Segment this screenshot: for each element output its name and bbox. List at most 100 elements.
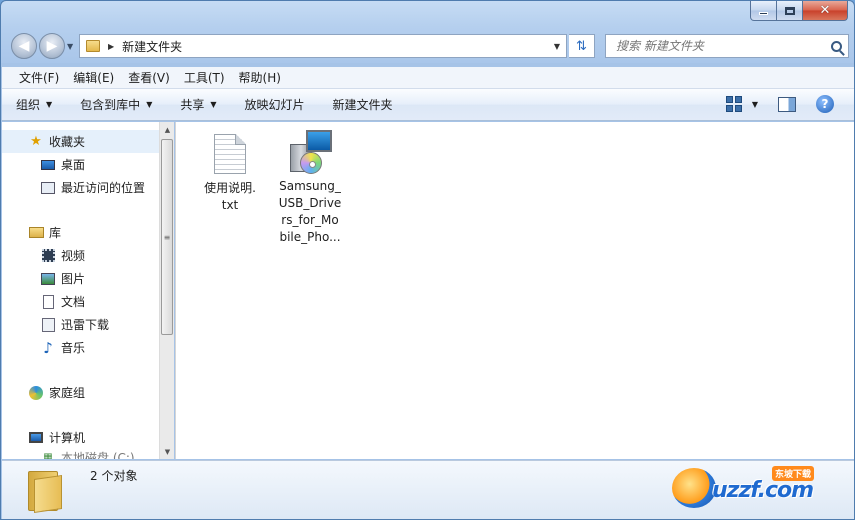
- navigation-pane: ★ 收藏夹 桌面 最近访问的位置 库 视频 图片 文档 迅雷下载 ♪ 音乐 家庭…: [2, 122, 174, 459]
- nav-favorites[interactable]: ★ 收藏夹: [2, 130, 159, 153]
- recent-pages-dropdown[interactable]: ▼: [67, 42, 73, 51]
- nav-music-label: 音乐: [61, 341, 86, 355]
- close-button[interactable]: ✕: [803, 1, 848, 21]
- download-folder-icon: [40, 317, 56, 333]
- nav-thunder-downloads[interactable]: 迅雷下载: [2, 313, 159, 336]
- command-bar: 组织 ▼ 包含到库中 ▼ 共享 ▼ 放映幻灯片 新建文件夹 ▼ ?: [2, 89, 854, 121]
- address-dropdown-icon[interactable]: ▼: [554, 42, 560, 51]
- refresh-button[interactable]: ⇅: [569, 34, 595, 58]
- explorer-window: ✕ ◀ ▶ ▼ ▶ 新建文件夹 ▼ ⇅ 文件(F) 编辑(E) 查看(V) 工具…: [0, 0, 855, 520]
- organize-button[interactable]: 组织 ▼: [16, 96, 52, 113]
- share-label: 共享: [180, 98, 205, 112]
- picture-icon: [40, 271, 56, 287]
- menu-file[interactable]: 文件(F): [12, 69, 66, 86]
- include-in-library-button[interactable]: 包含到库中 ▼: [80, 96, 152, 113]
- windows-drive-icon: ▦: [43, 451, 53, 460]
- desktop-icon: [40, 157, 56, 173]
- watermark-text: uzzf.com: [712, 478, 814, 503]
- file-name-cont: rs_for_Mo: [281, 213, 339, 227]
- nav-scrollbar[interactable]: ▲ ≡ ▼: [159, 122, 174, 459]
- scroll-down-arrow-icon[interactable]: ▼: [160, 444, 174, 459]
- nav-libraries[interactable]: 库: [2, 221, 159, 244]
- new-folder-button[interactable]: 新建文件夹: [333, 96, 393, 113]
- nav-libraries-label: 库: [49, 226, 62, 240]
- breadcrumb-arrow-icon[interactable]: ▶: [108, 42, 114, 51]
- library-icon: [28, 225, 44, 241]
- file-name-cont: USB_Drive: [278, 196, 342, 210]
- file-name: Samsung_: [279, 179, 341, 193]
- search-input[interactable]: [616, 39, 816, 53]
- folder-icon: [86, 40, 100, 52]
- minimize-button[interactable]: [750, 1, 777, 21]
- include-in-library-label: 包含到库中: [80, 98, 141, 112]
- nav-desktop[interactable]: 桌面: [2, 153, 159, 176]
- new-folder-label: 新建文件夹: [332, 98, 393, 112]
- search-box: [605, 34, 849, 58]
- nav-recent-label: 最近访问的位置: [61, 181, 146, 195]
- nav-homegroup[interactable]: 家庭组: [2, 381, 159, 404]
- nav-documents-label: 文档: [61, 295, 86, 309]
- navigation-tree: ★ 收藏夹 桌面 最近访问的位置 库 视频 图片 文档 迅雷下载 ♪ 音乐 家庭…: [2, 122, 159, 459]
- share-button[interactable]: 共享 ▼: [180, 96, 216, 113]
- nav-recent-places[interactable]: 最近访问的位置: [2, 176, 159, 199]
- chevron-down-icon: ▼: [210, 100, 217, 109]
- menu-edit[interactable]: 编辑(E): [66, 69, 121, 86]
- address-row: ◀ ▶ ▼ ▶ 新建文件夹 ▼ ⇅: [9, 31, 849, 61]
- nav-computer-label: 计算机: [49, 431, 86, 445]
- help-icon[interactable]: ?: [816, 95, 834, 113]
- homegroup-icon: [28, 385, 44, 401]
- file-item[interactable]: Samsung_ USB_Drive rs_for_Mo bile_Pho...: [270, 128, 350, 246]
- toolbar-right: ▼ ?: [725, 95, 834, 113]
- change-view-icon[interactable]: [725, 96, 742, 112]
- caption-buttons: ✕: [750, 1, 848, 21]
- text-file-icon: [214, 134, 246, 174]
- menu-tools[interactable]: 工具(T): [177, 69, 232, 86]
- installer-icon: [286, 128, 334, 176]
- menu-help[interactable]: 帮助(H): [232, 69, 288, 86]
- nav-local-disk-label: 本地磁盘 (C:): [61, 451, 135, 459]
- address-bar[interactable]: ▶ 新建文件夹 ▼: [79, 34, 567, 58]
- video-icon: [40, 248, 56, 264]
- nav-documents[interactable]: 文档: [2, 290, 159, 313]
- file-name-cont: bile_Pho...: [279, 230, 341, 244]
- recent-places-icon: [40, 180, 56, 196]
- nav-favorites-label: 收藏夹: [49, 135, 86, 149]
- document-icon: [40, 294, 56, 310]
- music-icon: ♪: [43, 338, 53, 357]
- nav-music[interactable]: ♪ 音乐: [2, 336, 159, 359]
- file-name-cont: txt: [221, 198, 239, 212]
- nav-pictures[interactable]: 图片: [2, 267, 159, 290]
- scroll-up-arrow-icon[interactable]: ▲: [160, 122, 174, 137]
- view-options-dropdown[interactable]: ▼: [752, 100, 758, 109]
- item-count: 2 个对象: [90, 469, 138, 483]
- close-icon: ✕: [819, 3, 831, 18]
- refresh-icon: ⇅: [576, 38, 587, 54]
- maximize-button[interactable]: [777, 1, 803, 21]
- arrow-left-icon: ◀: [18, 38, 30, 54]
- nav-desktop-label: 桌面: [61, 158, 86, 172]
- nav-computer[interactable]: 计算机: [2, 426, 159, 449]
- nav-local-disk[interactable]: ▦ 本地磁盘 (C:): [2, 449, 159, 459]
- file-item[interactable]: 使用说明. txt: [190, 134, 270, 214]
- search-icon[interactable]: [831, 40, 842, 52]
- file-list: 使用说明. txt Samsung_ USB_Drive rs_for_Mo b…: [175, 122, 854, 459]
- menu-view[interactable]: 查看(V): [121, 69, 177, 86]
- breadcrumb-current[interactable]: 新建文件夹: [122, 38, 182, 55]
- nav-videos[interactable]: 视频: [2, 244, 159, 267]
- star-icon: ★: [30, 134, 42, 149]
- nav-thunder-label: 迅雷下载: [61, 318, 110, 332]
- slideshow-label: 放映幻灯片: [244, 98, 305, 112]
- back-button[interactable]: ◀: [11, 33, 37, 59]
- chevron-down-icon: ▼: [146, 100, 153, 109]
- organize-label: 组织: [16, 98, 41, 112]
- preview-pane-icon[interactable]: [778, 96, 796, 112]
- nav-pictures-label: 图片: [61, 272, 86, 286]
- chevron-down-icon: ▼: [46, 100, 53, 109]
- slideshow-button[interactable]: 放映幻灯片: [245, 96, 305, 113]
- watermark-tag: 东坡下载: [772, 466, 815, 481]
- forward-button[interactable]: ▶: [39, 33, 65, 59]
- menu-bar: 文件(F) 编辑(E) 查看(V) 工具(T) 帮助(H): [2, 67, 854, 89]
- maximize-icon: [784, 6, 795, 15]
- scroll-thumb[interactable]: ≡: [161, 139, 173, 335]
- file-name: 使用说明.: [204, 181, 256, 195]
